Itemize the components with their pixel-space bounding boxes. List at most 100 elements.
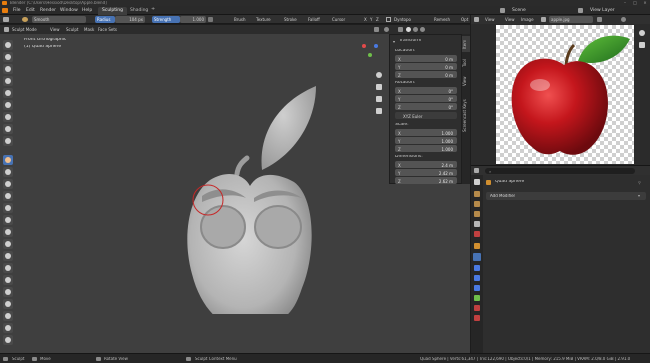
tool-draw[interactable] (3, 40, 13, 50)
tool-fill[interactable] (3, 179, 13, 189)
sculpt-apple-model[interactable] (150, 74, 350, 314)
shading-rendered-icon[interactable] (420, 27, 425, 32)
tool-flatten[interactable] (3, 167, 13, 177)
image-menu-view-mode[interactable]: View (483, 16, 497, 23)
cursor-menu[interactable]: Cursor (330, 16, 347, 23)
tool-smooth[interactable] (3, 155, 13, 165)
render-properties-icon[interactable] (474, 191, 480, 197)
menu-file[interactable]: File (11, 7, 23, 14)
tool-elastic-deform[interactable] (3, 239, 13, 249)
tab-screencast-keys[interactable]: Screencast Keys (462, 92, 470, 140)
scale-y-field[interactable]: Y 1.000 (395, 137, 457, 144)
tool-clay-thumb[interactable] (3, 88, 13, 98)
blender-menu-icon[interactable] (2, 8, 8, 13)
tool-scrape[interactable] (3, 191, 13, 201)
menu-render[interactable]: Render (38, 7, 58, 14)
rotation-x-field[interactable]: X 0° (395, 87, 457, 94)
data-properties-icon[interactable] (474, 295, 480, 301)
transform-header[interactable]: Transform (399, 39, 421, 44)
image-pan-icon[interactable] (639, 42, 645, 48)
location-x-field[interactable]: X0 m (395, 55, 457, 62)
menu-help[interactable]: Help (80, 7, 94, 14)
menu-sculpt[interactable]: Sculpt (64, 26, 81, 33)
tool-slide-relax[interactable] (3, 311, 13, 321)
location-z-field[interactable]: Z0 m (395, 71, 457, 78)
tool-properties-icon[interactable] (474, 179, 480, 185)
falloff-menu[interactable]: Falloff (306, 16, 322, 23)
mirror-z-toggle[interactable]: Z (374, 16, 381, 23)
view-layer-icon[interactable] (578, 8, 583, 13)
rotation-mode-select[interactable]: XYZ Euler (395, 112, 457, 119)
tool-pinch[interactable] (3, 215, 13, 225)
image-name-field[interactable]: apple.jpg (549, 16, 593, 23)
material-properties-icon[interactable] (474, 305, 480, 311)
texture-properties-icon[interactable] (474, 315, 480, 321)
camera-view-icon[interactable] (376, 96, 382, 102)
xray-icon[interactable] (398, 27, 403, 32)
tool-grab[interactable] (3, 227, 13, 237)
radius-field[interactable]: 104 px (115, 16, 145, 23)
perspective-toggle-icon[interactable] (376, 108, 382, 114)
image-menu-view[interactable]: View (503, 16, 517, 23)
image-browse-icon[interactable] (541, 17, 546, 22)
scene-selector[interactable]: Scene (510, 7, 528, 14)
radius-label[interactable]: Radius (95, 16, 115, 23)
image-editor-type-icon[interactable] (474, 17, 479, 22)
display-channels-icon[interactable] (621, 17, 626, 22)
tab-sculpting[interactable]: Sculpting (98, 7, 128, 15)
texture-menu[interactable]: Texture (254, 16, 273, 23)
strength-label[interactable]: Strength (152, 16, 180, 23)
scene-properties-icon[interactable] (474, 221, 480, 227)
rotation-z-field[interactable]: Z 0° (395, 103, 457, 110)
view-object-types-icon[interactable] (374, 27, 379, 32)
add-workspace-icon[interactable]: + (151, 7, 155, 12)
object-properties-icon[interactable] (474, 243, 480, 249)
view-layer-properties-icon[interactable] (474, 211, 480, 217)
location-y-field[interactable]: Y0 m (395, 63, 457, 70)
image-menu-image[interactable]: Image (519, 16, 536, 23)
menu-view[interactable]: View (48, 26, 62, 33)
tab-tool[interactable]: Tool (462, 56, 470, 70)
output-properties-icon[interactable] (474, 201, 480, 207)
pin-icon[interactable] (597, 17, 602, 22)
menu-window[interactable]: Window (58, 7, 80, 14)
brush-menu[interactable]: Brush (232, 16, 248, 23)
tool-inflate[interactable] (3, 112, 13, 122)
shading-solid-icon[interactable] (406, 27, 411, 32)
tool-blob[interactable] (3, 124, 13, 134)
shading-material-icon[interactable] (413, 27, 418, 32)
world-properties-icon[interactable] (474, 231, 480, 237)
tool-clay[interactable] (3, 64, 13, 74)
tool-thumb[interactable] (3, 263, 13, 273)
strength-field[interactable]: 1.000 (180, 16, 206, 23)
collapse-chevron-icon[interactable]: ▾ (393, 39, 395, 44)
overlay-icon[interactable] (384, 27, 389, 32)
zoom-icon[interactable] (376, 72, 382, 78)
tab-view[interactable]: View (462, 74, 470, 88)
constraints-properties-icon[interactable] (474, 285, 480, 291)
physics-properties-icon[interactable] (474, 275, 480, 281)
properties-editor-type-icon[interactable] (474, 168, 479, 173)
tool-nudge[interactable] (3, 287, 13, 297)
tool-crease[interactable] (3, 136, 13, 146)
dimensions-z-field[interactable]: Z 2.62 m (395, 177, 457, 184)
tool-snake-hook[interactable] (3, 251, 13, 261)
dimensions-y-field[interactable]: Y 2.42 m (395, 169, 457, 176)
modifier-properties-icon[interactable] (473, 253, 481, 261)
tab-shading[interactable]: Shading (126, 7, 152, 15)
menu-mask[interactable]: Mask (82, 26, 96, 33)
image-zoom-icon[interactable] (639, 30, 645, 36)
tool-clay-strips[interactable] (3, 76, 13, 86)
options-menu[interactable]: Opt (459, 16, 470, 23)
editor-type-icon[interactable] (3, 17, 9, 22)
tool-layer[interactable] (3, 100, 13, 110)
tool-rotate[interactable] (3, 299, 13, 309)
remesh-menu[interactable]: Remesh (432, 16, 452, 23)
menu-face-sets[interactable]: Face Sets (96, 26, 119, 33)
tool-mask[interactable] (3, 323, 13, 333)
properties-search-input[interactable] (485, 168, 635, 174)
pressure-icon[interactable] (208, 17, 213, 22)
rotation-y-field[interactable]: Y 0° (395, 95, 457, 102)
tool-draw-sharp[interactable] (3, 52, 13, 62)
dyntopo-menu[interactable]: Dyntopo (392, 16, 413, 23)
